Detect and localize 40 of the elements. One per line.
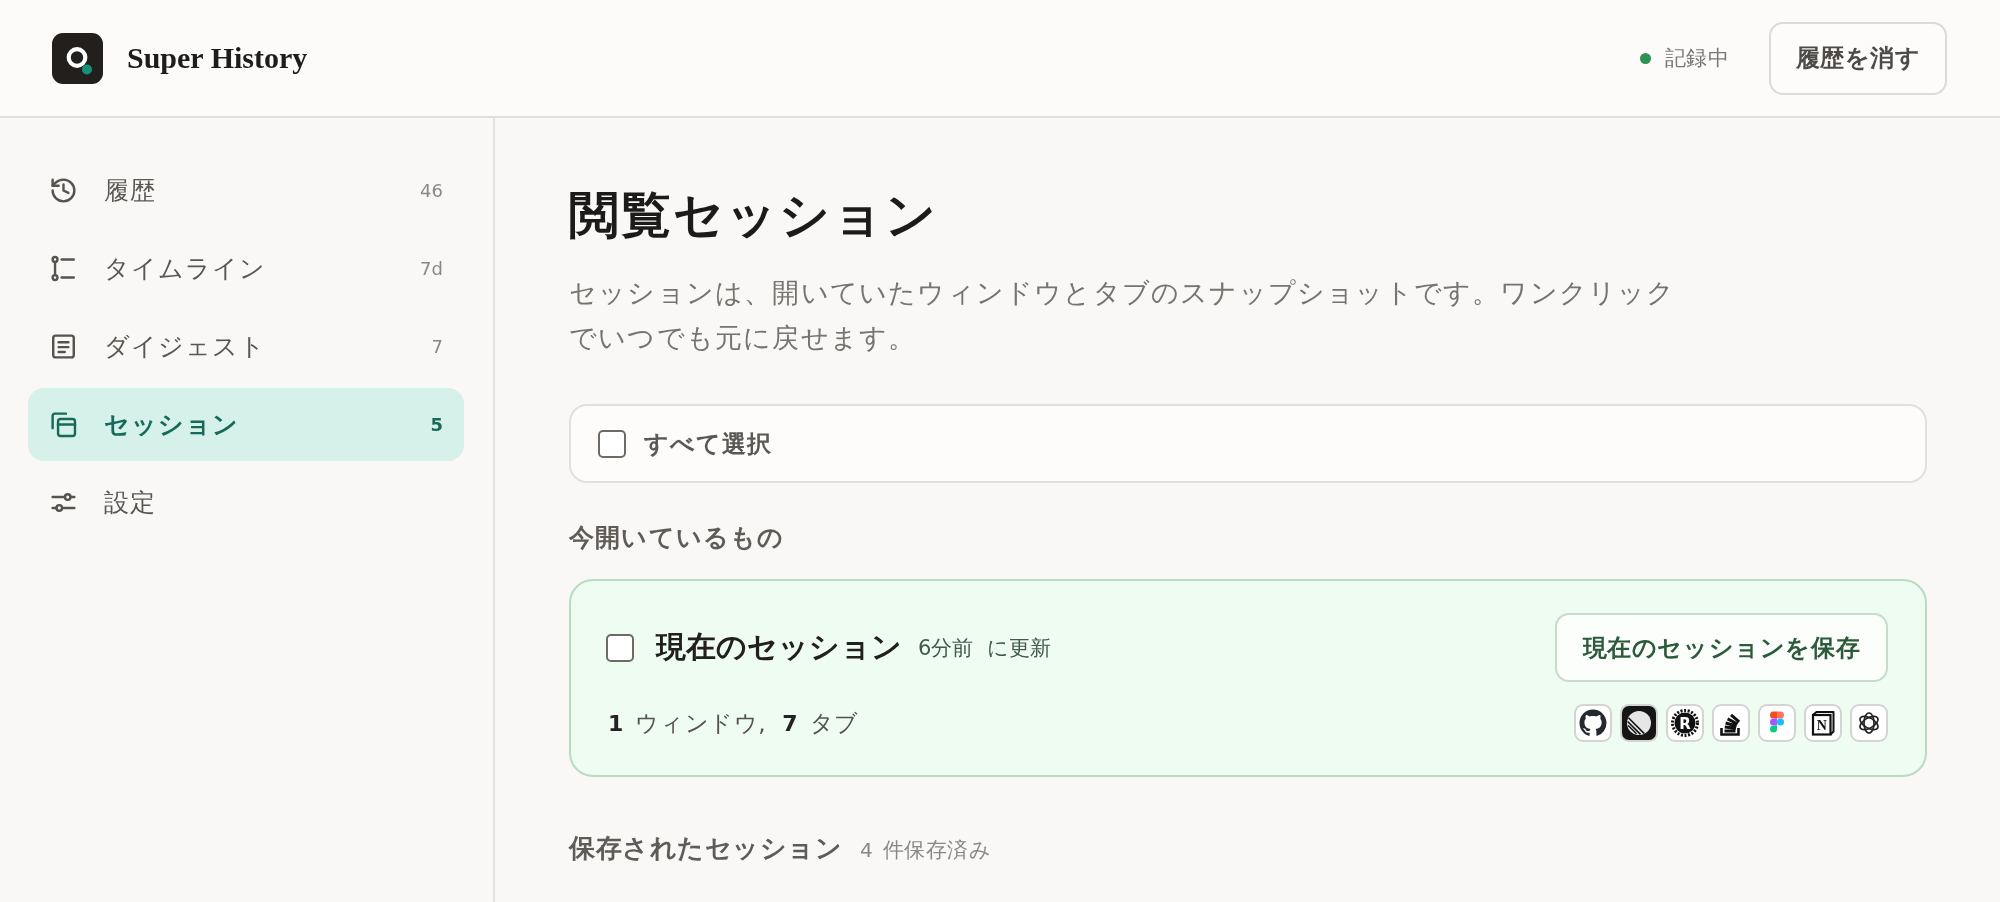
letter-cube-icon: N bbox=[1804, 704, 1842, 742]
section-heading: 保存されたセッション bbox=[569, 832, 842, 865]
select-all-label: すべて選択 bbox=[644, 428, 772, 460]
colored-shapes-icon bbox=[1758, 704, 1796, 742]
tab-label: タブ bbox=[809, 708, 859, 738]
saved-count-label: 件保存済み bbox=[882, 837, 992, 864]
sidebar-item[interactable]: 履歴 46 bbox=[28, 154, 464, 227]
stacked-bars-icon bbox=[1712, 704, 1750, 742]
updated-label: に更新 bbox=[987, 634, 1052, 662]
window-label: ウィンドウ, bbox=[635, 708, 767, 738]
clear-history-button[interactable]: 履歴を消す bbox=[1769, 21, 1947, 95]
gear-letter-icon: R bbox=[1666, 704, 1704, 742]
session-title: 現在のセッション bbox=[656, 628, 902, 666]
saved-count: 4 bbox=[860, 838, 873, 862]
checkbox[interactable] bbox=[606, 633, 634, 662]
item-count: 7 bbox=[431, 336, 443, 357]
save-session-button[interactable]: 現在のセッションを保存 bbox=[1555, 613, 1888, 682]
item-count: 7d bbox=[420, 258, 443, 279]
tab-count: 7 bbox=[782, 710, 798, 736]
app-name: Super History bbox=[127, 41, 308, 75]
checkbox[interactable] bbox=[598, 429, 626, 458]
windows-icon bbox=[49, 410, 78, 439]
logo-icon bbox=[52, 32, 103, 84]
sidebar-item[interactable]: ダイジェスト 7 bbox=[28, 310, 464, 383]
item-count: 46 bbox=[420, 180, 443, 201]
item-count: 5 bbox=[430, 414, 443, 435]
updated-time: 6分前 bbox=[918, 634, 974, 662]
section-heading: 今開いているもの bbox=[569, 523, 786, 553]
interlaced-loops-icon bbox=[1850, 704, 1888, 742]
history-icon bbox=[49, 176, 78, 205]
window-count: 1 bbox=[608, 710, 624, 736]
recording-label: 記録中 bbox=[1664, 45, 1729, 72]
cat-logo-icon bbox=[1574, 704, 1612, 742]
sidebar-item[interactable]: セッション 5 bbox=[28, 388, 464, 461]
sidebar-item[interactable]: 設定 bbox=[28, 466, 464, 539]
document-icon bbox=[49, 332, 78, 361]
page-title: 閲覧セッション bbox=[569, 186, 939, 245]
page-description: セッションは、開いていたウィンドウとタブのスナップショットです。ワンクリックでいつでも元に戻せます。 bbox=[569, 276, 1677, 355]
timeline-icon bbox=[49, 254, 78, 283]
sidebar-item[interactable]: タイムライン 7d bbox=[28, 232, 464, 305]
